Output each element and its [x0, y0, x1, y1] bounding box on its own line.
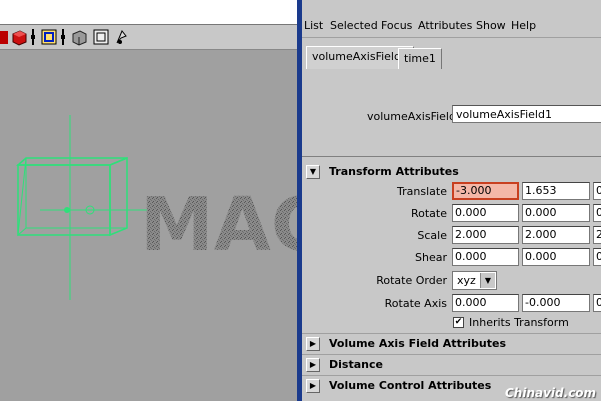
grid-view-icon[interactable]: [92, 28, 110, 46]
shaded-cube-icon[interactable]: [10, 28, 28, 46]
translate-label: Translate: [397, 185, 447, 198]
viewport-toolbar: [0, 25, 297, 50]
section-volume-axis-title: Volume Axis Field Attributes: [329, 337, 506, 350]
volume-box-side: [109, 156, 128, 237]
frame-selection-icon[interactable]: [40, 28, 58, 46]
section-transform-title: Transform Attributes: [329, 165, 459, 178]
shear-label: Shear: [415, 251, 447, 264]
node-name-row: volumeAxisField: volumeAxisField1: [302, 100, 601, 130]
inherits-transform-label: Inherits Transform: [469, 316, 569, 329]
menu-help[interactable]: Help: [511, 19, 536, 32]
section-volume-axis-header[interactable]: ▶ Volume Axis Field Attributes: [302, 333, 601, 354]
section-transform-header[interactable]: ▼ Transform Attributes: [302, 162, 601, 182]
scale-z-field[interactable]: 2: [593, 226, 601, 244]
separator-icon: [31, 29, 35, 45]
section-volume-control-title: Volume Control Attributes: [329, 379, 492, 392]
scale-label: Scale: [417, 229, 447, 242]
wireframe-cube-icon[interactable]: [70, 28, 88, 46]
camera-tool-icon[interactable]: [113, 28, 131, 46]
rotate-x-field[interactable]: 0.000: [452, 204, 519, 222]
section-distance-title: Distance: [329, 358, 383, 371]
viewport-panel[interactable]: MAC: [0, 0, 297, 401]
attribute-editor: List Selected Focus Attributes Show Help…: [302, 0, 601, 401]
viewport-topbar: [0, 0, 297, 25]
node-tabs: volumeAxisField1 time1: [302, 40, 601, 72]
inherits-transform-checkbox[interactable]: ✔: [453, 317, 464, 328]
shear-z-field[interactable]: 0: [593, 248, 601, 266]
tab-time[interactable]: time1: [398, 48, 442, 69]
menu-focus[interactable]: Focus: [381, 19, 412, 32]
expand-arrow-icon-2[interactable]: ▶: [306, 358, 320, 372]
manipulator-center-marker: [64, 207, 70, 213]
separator-icon-2: [61, 29, 65, 45]
expand-arrow-icon[interactable]: ▶: [306, 337, 320, 351]
viewport-scene[interactable]: MAC: [0, 50, 297, 401]
menu-selected[interactable]: Selected: [330, 19, 378, 32]
shear-y-field[interactable]: 0.000: [522, 248, 590, 266]
volume-box-back: [17, 157, 27, 237]
rotate-z-field[interactable]: 0: [593, 204, 601, 222]
rotate-label: Rotate: [410, 207, 447, 220]
section-distance-header[interactable]: ▶ Distance: [302, 354, 601, 375]
dropdown-arrow-icon[interactable]: ▼: [480, 273, 495, 288]
menu-bar: List Selected Focus Attributes Show Help: [302, 13, 601, 38]
rotate-axis-label: Rotate Axis: [384, 297, 447, 310]
watermark-text: Chinavid.com: [505, 386, 597, 400]
rotate-y-field[interactable]: 0.000: [522, 204, 590, 222]
attribute-panel: ▼ Transform Attributes Translate -3.000 …: [302, 156, 601, 401]
rotate-axis-y-field[interactable]: -0.000: [522, 294, 590, 312]
menu-list[interactable]: List: [304, 19, 323, 32]
node-name-label: volumeAxisField:: [367, 110, 460, 123]
particle-text: MAC: [140, 182, 297, 268]
translate-y-field[interactable]: 1.653: [522, 182, 590, 200]
shear-x-field[interactable]: 0.000: [452, 248, 519, 266]
rotate-order-value: xyz: [457, 274, 476, 287]
collapse-arrow-icon[interactable]: ▼: [306, 165, 320, 179]
rotate-order-label: Rotate Order: [376, 274, 447, 287]
scale-x-field[interactable]: 2.000: [452, 226, 519, 244]
rotate-axis-z-field[interactable]: 0: [593, 294, 601, 312]
rotate-order-dropdown[interactable]: xyz ▼: [452, 271, 497, 290]
menu-show[interactable]: Show: [476, 19, 506, 32]
volume-box-front: [17, 164, 111, 236]
node-name-field[interactable]: volumeAxisField1: [452, 105, 601, 123]
translate-x-field[interactable]: -3.000: [452, 182, 519, 200]
expand-arrow-icon-3[interactable]: ▶: [306, 379, 320, 393]
rotate-axis-x-field[interactable]: 0.000: [452, 294, 519, 312]
red-cube-icon[interactable]: [0, 28, 8, 46]
scene-canvas[interactable]: MAC: [0, 50, 297, 401]
translate-z-field[interactable]: 0: [593, 182, 601, 200]
menu-attributes[interactable]: Attributes: [418, 19, 472, 32]
scale-y-field[interactable]: 2.000: [522, 226, 590, 244]
